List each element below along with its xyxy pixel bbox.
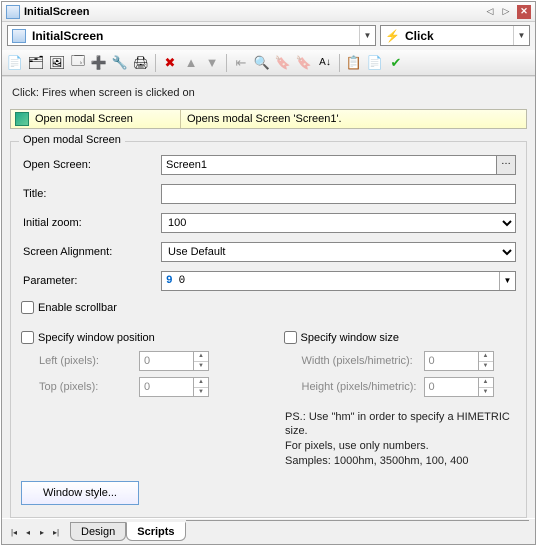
first-tab-button[interactable]: |◂	[8, 528, 20, 540]
next-tab-button[interactable]: ▸	[36, 528, 48, 540]
tab-scripts[interactable]: Scripts	[126, 522, 185, 541]
open-screen-input[interactable]	[161, 155, 516, 175]
specify-size-checkbox[interactable]	[284, 331, 297, 344]
action-description: Opens modal Screen 'Screen1'.	[181, 113, 342, 125]
top-label: Top (pixels):	[21, 381, 139, 393]
enable-scrollbar-label: Enable scrollbar	[38, 302, 117, 314]
last-tab-button[interactable]: ▸|	[50, 528, 62, 540]
sort-button[interactable]: A↓	[316, 54, 334, 72]
parameter-index: 9	[162, 275, 179, 287]
height-label: Height (pixels/himetric):	[284, 381, 424, 393]
screen-alignment-select[interactable]: Use Default	[161, 242, 516, 262]
tab-strip: |◂ ◂ ▸ ▸| Design Scripts	[2, 518, 535, 544]
window-title: InitialScreen	[24, 6, 89, 18]
initial-zoom-select[interactable]: 100	[161, 213, 516, 233]
tool-btn-5[interactable]: ➕	[90, 54, 108, 72]
chevron-down-icon[interactable]: ▼	[359, 26, 375, 45]
find-button[interactable]: 🔍	[253, 54, 271, 72]
indent-left-button: ⇤	[232, 54, 250, 72]
width-label: Width (pixels/himetric):	[284, 355, 424, 367]
event-combo-text: Click	[403, 29, 513, 43]
delete-button[interactable]: ✖	[161, 54, 179, 72]
title-bar: InitialScreen ◁ ▷ ✕	[2, 2, 535, 22]
tool-btn-3[interactable]: 🖼	[48, 54, 66, 72]
open-modal-screen-group: Open modal Screen Open Screen: … Title: …	[10, 141, 527, 518]
action-row[interactable]: Open modal Screen Opens modal Screen 'Sc…	[10, 109, 527, 129]
open-screen-label: Open Screen:	[21, 159, 161, 171]
window-style-button[interactable]: Window style...	[21, 481, 139, 505]
specify-position-checkbox[interactable]	[21, 331, 34, 344]
parameter-value: 0	[179, 275, 186, 287]
toolbar: 📄 🗂 🖼 🗔 ➕ 🔧 🖨 ✖ ▲ ▼ ⇤ 🔍 🔖 🔖 A↓ 📋 📄 ✔	[2, 50, 535, 76]
check-button[interactable]: ✔	[387, 54, 405, 72]
event-description: Click: Fires when screen is clicked on	[12, 87, 527, 99]
copy-button[interactable]: 📋	[345, 54, 363, 72]
browse-screen-button[interactable]: …	[496, 155, 516, 175]
title-input[interactable]	[161, 184, 516, 204]
tab-design[interactable]: Design	[70, 522, 126, 541]
initial-zoom-label: Initial zoom:	[21, 217, 161, 229]
tool-btn-6[interactable]: 🔧	[111, 54, 129, 72]
parameter-label: Parameter:	[21, 275, 161, 287]
move-down-button: ▼	[203, 54, 221, 72]
title-label: Title:	[21, 188, 161, 200]
prev-tab-button[interactable]: ◂	[22, 528, 34, 540]
object-event-row: InitialScreen ▼ ⚡ Click ▼	[2, 22, 535, 50]
tool-btn-2[interactable]: 🗂	[27, 54, 45, 72]
paste-button[interactable]: 📄	[366, 54, 384, 72]
next-pane-icon[interactable]: ▷	[499, 5, 513, 19]
left-label: Left (pixels):	[21, 355, 139, 367]
specify-size-label: Specify window size	[301, 332, 399, 344]
object-combo-text: InitialScreen	[30, 29, 359, 43]
action-icon	[15, 112, 29, 126]
height-spinner[interactable]: ▲▼	[424, 377, 494, 397]
chevron-down-icon[interactable]: ▼	[499, 272, 515, 290]
fieldset-legend: Open modal Screen	[19, 134, 125, 146]
window-icon	[6, 5, 20, 19]
left-spinner[interactable]: ▲▼	[139, 351, 209, 371]
width-spinner[interactable]: ▲▼	[424, 351, 494, 371]
top-spinner[interactable]: ▲▼	[139, 377, 209, 397]
close-button[interactable]: ✕	[517, 5, 531, 19]
himetric-hint: PS.: Use "hm" in order to specify a HIME…	[285, 410, 516, 469]
lightning-icon: ⚡	[385, 29, 399, 43]
event-combo[interactable]: ⚡ Click ▼	[380, 25, 530, 46]
tool-btn-4[interactable]: 🗔	[69, 54, 87, 72]
specify-position-label: Specify window position	[38, 332, 155, 344]
move-up-button: ▲	[182, 54, 200, 72]
prev-pane-icon[interactable]: ◁	[483, 5, 497, 19]
object-combo[interactable]: InitialScreen ▼	[7, 25, 376, 46]
tool-btn-1[interactable]: 📄	[6, 54, 24, 72]
tool-btn-7[interactable]: 🖨	[132, 54, 150, 72]
bookmark-button-2: 🔖	[295, 54, 313, 72]
screen-alignment-label: Screen Alignment:	[21, 246, 161, 258]
bookmark-button-1: 🔖	[274, 54, 292, 72]
enable-scrollbar-checkbox[interactable]	[21, 301, 34, 314]
screen-icon	[12, 29, 26, 43]
content-area: Click: Fires when screen is clicked on O…	[2, 76, 535, 518]
script-editor-window: InitialScreen ◁ ▷ ✕ InitialScreen ▼ ⚡ Cl…	[1, 1, 536, 545]
chevron-down-icon[interactable]: ▼	[513, 26, 529, 45]
action-name: Open modal Screen	[35, 113, 133, 125]
parameter-input[interactable]: 9 0 ▼	[161, 271, 516, 291]
